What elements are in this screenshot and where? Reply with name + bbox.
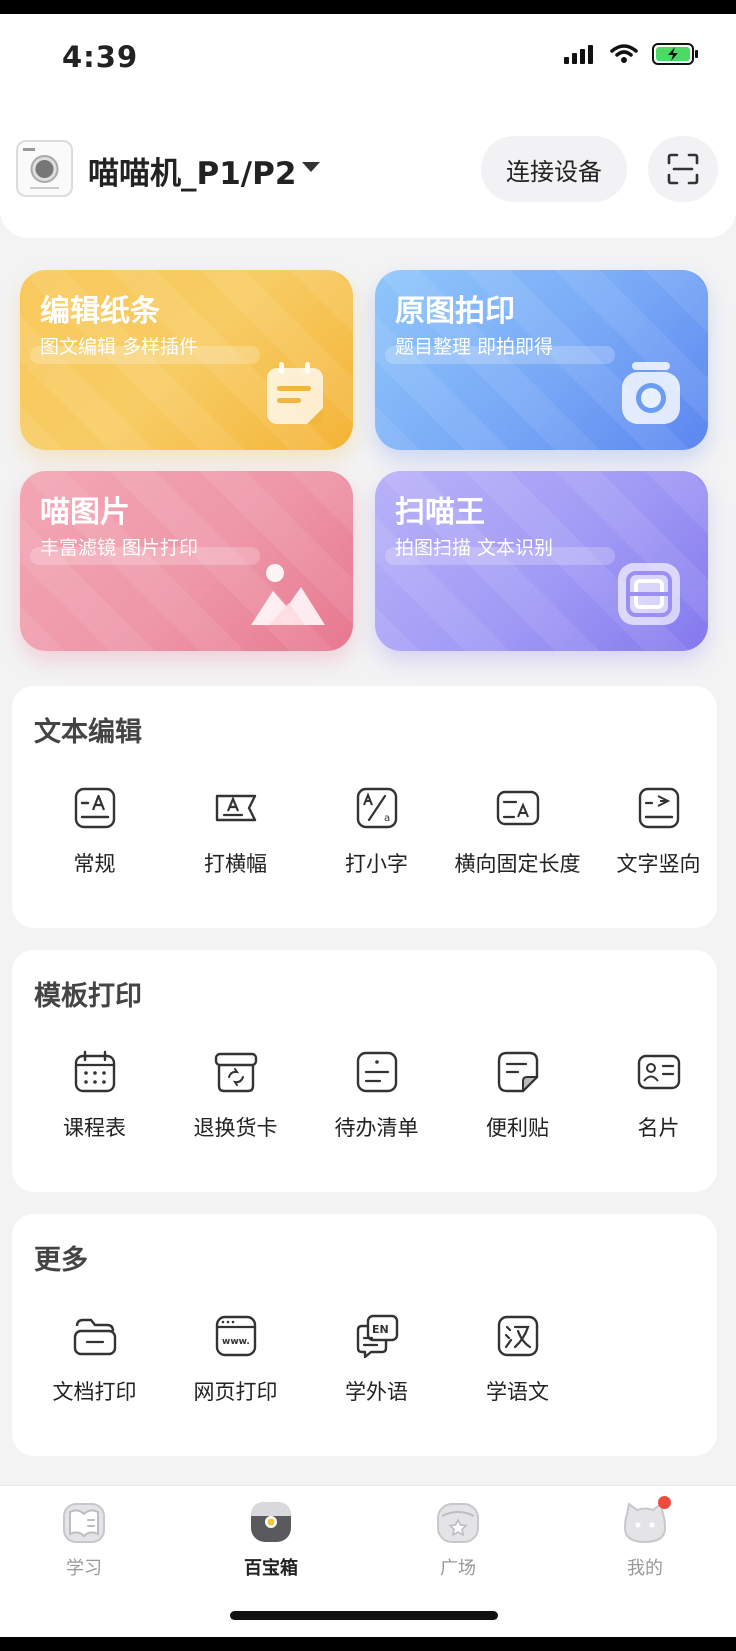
card-subtitle: 题目整理 即拍即得 (395, 336, 554, 358)
card-title: 编辑纸条 (40, 294, 160, 329)
section-template-print: 模板打印 课程表 退换货卡 待办清单 便利贴 名片 (12, 950, 717, 1192)
fixed-length-icon (496, 790, 539, 826)
card-subtitle: 拍图扫描 文本识别 (395, 537, 554, 559)
section-text-edit: 文本编辑 常规 打横幅 a 打小字 横向固定长度 文字竖向 (12, 686, 717, 928)
tool-label: 打小字 (345, 852, 408, 876)
card-title: 原图拍印 (395, 294, 515, 329)
plaza-star-icon (437, 1503, 479, 1543)
return-box-icon (214, 1052, 257, 1093)
calendar-icon (74, 1050, 115, 1093)
caret-down-icon[interactable] (302, 162, 320, 172)
nav-label: 学习 (66, 1558, 102, 1579)
svg-text:a: a (384, 813, 390, 824)
banner-icon (215, 794, 256, 822)
wifi-icon (610, 44, 638, 63)
tool-label: 常规 (73, 852, 116, 876)
nav-item-plaza[interactable]: 广场 (398, 1500, 518, 1580)
tool-chinese[interactable]: 学语文 (447, 1314, 588, 1424)
tool-banner[interactable]: 打横幅 (165, 786, 306, 896)
svg-text:EN: EN (372, 1323, 389, 1336)
image-icon (251, 564, 325, 625)
tool-regular[interactable]: 常规 (24, 786, 165, 896)
card-scan-king[interactable]: 扫喵王 拍图扫描 文本识别 (375, 471, 708, 651)
cellular-signal-icon (564, 45, 593, 64)
tool-label: 打横幅 (204, 852, 267, 876)
card-photo-print[interactable]: 原图拍印 题目整理 即拍即得 (375, 270, 708, 450)
camera-icon (622, 362, 680, 424)
tool-label: 便利贴 (486, 1116, 549, 1140)
tool-label: 课程表 (63, 1116, 126, 1140)
bottom-edge (0, 1637, 736, 1651)
tool-label: 待办清单 (334, 1116, 419, 1140)
printer-toolbox-icon (251, 1502, 291, 1542)
card-subtitle: 丰富滤镜 图片打印 (40, 537, 199, 559)
tool-label: 学语文 (486, 1380, 549, 1404)
tool-business-card[interactable]: 名片 (588, 1050, 729, 1160)
device-selector[interactable]: 喵喵机_P1/P2 (88, 148, 296, 193)
status-icons (564, 42, 700, 66)
nav-label: 我的 (627, 1558, 663, 1579)
tool-small-text[interactable]: a 打小字 (306, 786, 447, 896)
connect-device-button[interactable]: 连接设备 (481, 136, 627, 202)
section-more: 更多 文档打印 www. 网页打印 EN 学外语 学语文 (12, 1214, 717, 1456)
tool-web-print[interactable]: www. 网页打印 (165, 1314, 306, 1424)
section-title: 文本编辑 (34, 717, 142, 748)
card-title: 扫喵王 (395, 495, 485, 530)
status-time: 4:39 (62, 40, 139, 74)
todo-list-icon (356, 1051, 397, 1093)
nav-label: 广场 (440, 1558, 476, 1579)
card-title: 喵图片 (40, 495, 130, 530)
language-chat-icon: EN (356, 1314, 398, 1358)
tool-foreign-language[interactable]: EN 学外语 (306, 1314, 447, 1424)
battery-charging-icon (652, 43, 698, 65)
tool-return-card[interactable]: 退换货卡 (165, 1050, 306, 1160)
printer-device-icon (23, 148, 59, 189)
scan-icon (667, 153, 699, 185)
card-subtitle: 图文编辑 多样插件 (40, 336, 199, 358)
tool-label: 退换货卡 (193, 1116, 278, 1140)
nav-item-mine[interactable]: 我的 (585, 1496, 705, 1580)
ocr-icon (618, 563, 680, 625)
vertical-text-icon (638, 787, 679, 829)
tool-timetable[interactable]: 课程表 (24, 1050, 165, 1160)
home-indicator (230, 1611, 498, 1620)
tool-label: 网页打印 (193, 1380, 278, 1404)
card-image[interactable]: 喵图片 丰富滤镜 图片打印 (20, 471, 353, 651)
notification-badge (658, 1496, 671, 1509)
tool-label: 文字竖向 (616, 852, 701, 876)
nav-label: 百宝箱 (244, 1558, 298, 1579)
section-title: 更多 (34, 1245, 88, 1276)
nav-item-study[interactable]: 学习 (24, 1500, 144, 1580)
tool-label: 横向固定长度 (454, 852, 581, 876)
device-avatar[interactable] (16, 140, 73, 197)
tool-fixed-length[interactable]: 横向固定长度 (447, 786, 588, 896)
section-title: 模板打印 (34, 981, 142, 1012)
book-icon (63, 1503, 105, 1543)
web-page-icon: www. (215, 1315, 256, 1357)
sticky-note-icon (497, 1051, 538, 1093)
business-card-icon (637, 1054, 680, 1090)
scan-button[interactable] (648, 136, 718, 202)
small-text-icon: a (356, 787, 397, 829)
nav-item-toolbox[interactable]: 百宝箱 (211, 1500, 331, 1580)
tool-todo-list[interactable]: 待办清单 (306, 1050, 447, 1160)
tool-vertical-text[interactable]: 文字竖向 (588, 786, 729, 896)
chinese-character-icon (497, 1315, 538, 1357)
svg-text:www.: www. (222, 1337, 250, 1347)
folder-icon (73, 1318, 116, 1356)
tool-label: 名片 (637, 1116, 680, 1140)
card-edit-note[interactable]: 编辑纸条 图文编辑 多样插件 (20, 270, 353, 450)
tool-label: 学外语 (345, 1380, 408, 1404)
tool-label: 文档打印 (52, 1380, 137, 1404)
tool-document-print[interactable]: 文档打印 (24, 1314, 165, 1424)
text-regular-icon (74, 787, 115, 829)
tool-sticky-note[interactable]: 便利贴 (447, 1050, 588, 1160)
note-icon (267, 362, 323, 424)
top-edge (0, 0, 736, 14)
